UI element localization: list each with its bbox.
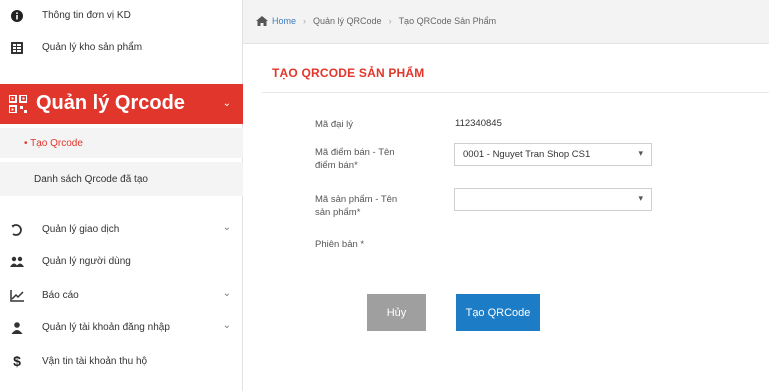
sidebar-item-label: Quản lý kho sản phẩm [42, 42, 143, 53]
sidebar-item-label: Quản lý Qrcode [36, 92, 185, 114]
page-title: TẠO QRCODE SẢN PHẨM [272, 66, 425, 80]
sidebar-subitem-label: Danh sách Qrcode đã tạo [34, 174, 148, 185]
sidebar-item-label: Quản lý người dùng [42, 256, 131, 267]
breadcrumb-qrcode-management[interactable]: Quản lý QRCode [313, 16, 382, 26]
sidebar-item-label: Quản lý giao dịch [42, 224, 120, 235]
breadcrumb-separator: › [303, 16, 307, 26]
product-select[interactable]: ▾ [454, 188, 652, 211]
breadcrumb-current: Tạo QRCode Sản Phẩm [398, 16, 497, 26]
create-qrcode-button[interactable]: Tạo QRCode [456, 294, 540, 331]
dropdown-arrow-icon: ▾ [638, 148, 643, 158]
sidebar-item-users[interactable]: Quản lý người dùng [0, 246, 243, 278]
sidebar-item-product-stock[interactable]: Quản lý kho sản phẩm [0, 32, 243, 64]
product-label: Mã sản phẩm - Tên sản phẩm* [315, 193, 397, 219]
sidebar-item-collection-account[interactable]: $ Vận tin tài khoản thu hộ [0, 346, 243, 378]
version-label: Phiên bản * [315, 239, 365, 250]
sales-point-label: Mã điểm bán - Tên điểm bán* [315, 146, 395, 172]
breadcrumb-home-link[interactable]: Home [272, 16, 296, 26]
agent-code-label: Mã đại lý [315, 119, 354, 130]
sales-point-label-line2: điểm bán* [315, 160, 358, 171]
sidebar-item-label: Báo cáo [42, 290, 79, 301]
line-chart-icon [10, 289, 24, 303]
chevron-down-icon: ⌄ [222, 288, 231, 299]
agent-code-value: 112340845 [455, 118, 502, 129]
breadcrumb-bar: Home › Quản lý QRCode › Tạo QRCode Sản P… [243, 0, 769, 44]
divider [262, 92, 769, 93]
history-icon [10, 223, 24, 237]
sales-point-selected-value: 0001 - Nguyet Tran Shop CS1 [463, 149, 591, 160]
users-icon [10, 255, 24, 269]
sidebar-subitem-label: • Tạo Qrcode [24, 138, 83, 149]
sidebar-item-label: Vận tin tài khoản thu hộ [42, 356, 148, 367]
sidebar-item-transactions[interactable]: Quản lý giao dịch ⌄ [0, 214, 243, 246]
sidebar-subitem-create-qrcode[interactable]: • Tạo Qrcode [0, 128, 243, 158]
breadcrumb: Home › Quản lý QRCode › Tạo QRCode Sản P… [256, 16, 496, 26]
qrcode-icon [8, 94, 28, 114]
sales-point-label-line1: Mã điểm bán - Tên [315, 147, 395, 158]
home-icon[interactable] [256, 16, 268, 26]
breadcrumb-separator: › [388, 16, 392, 26]
sidebar-subitem-qrcode-list[interactable]: Danh sách Qrcode đã tạo [0, 162, 243, 196]
dropdown-arrow-icon: ▾ [638, 193, 643, 203]
sidebar-item-login-accounts[interactable]: Quản lý tài khoản đăng nhập ⌄ [0, 312, 243, 344]
product-label-line2: sản phẩm* [315, 207, 361, 218]
product-label-line1: Mã sản phẩm - Tên [315, 194, 398, 205]
sidebar-item-business-info[interactable]: Thông tin đơn vị KD [0, 0, 243, 32]
chevron-down-icon: ⌄ [222, 222, 231, 233]
grid-list-icon [10, 41, 24, 55]
sales-point-select[interactable]: 0001 - Nguyet Tran Shop CS1 ▾ [454, 143, 652, 166]
chevron-down-icon: ⌄ [222, 98, 231, 109]
user-icon [10, 321, 24, 335]
sidebar-item-label: Thông tin đơn vị KD [42, 10, 131, 21]
sidebar-item-qrcode[interactable]: Quản lý Qrcode ⌄ [0, 84, 243, 124]
cancel-button[interactable]: Hủy [367, 294, 426, 331]
sidebar: Thông tin đơn vị KD Quản lý kho sản phẩm… [0, 0, 243, 391]
sidebar-item-label: Quản lý tài khoản đăng nhập [42, 322, 170, 333]
chevron-down-icon: ⌄ [222, 320, 231, 331]
info-circle-icon [10, 9, 24, 23]
dollar-icon: $ [13, 353, 21, 369]
sidebar-item-reports[interactable]: Báo cáo ⌄ [0, 280, 243, 312]
